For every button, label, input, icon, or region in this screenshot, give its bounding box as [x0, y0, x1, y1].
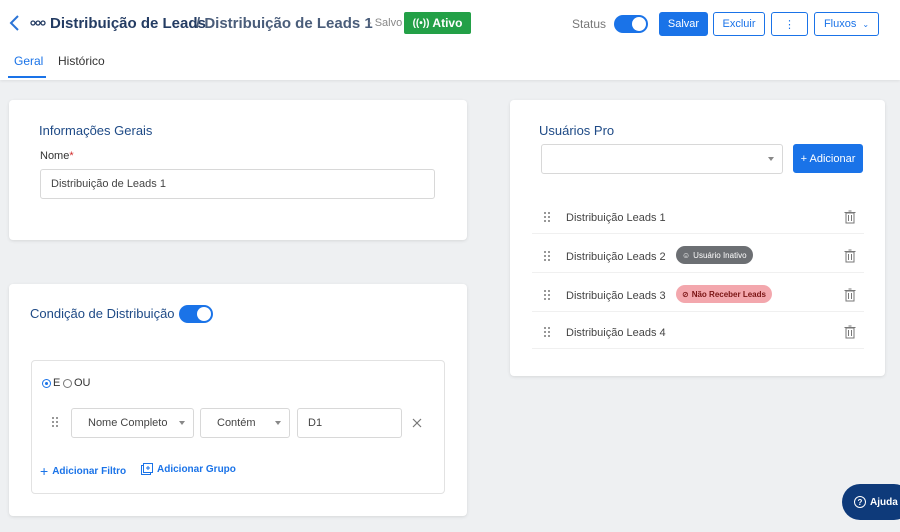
name-input[interactable]: Distribuição de Leads 1 — [40, 169, 435, 199]
block-icon: ⊘ — [682, 289, 689, 299]
help-button[interactable]: ? Ajuda — [842, 484, 900, 520]
filter-value-text: D1 — [308, 417, 323, 429]
caret-down-icon — [275, 421, 281, 425]
inactive-user-badge-label: Usuário Inativo — [693, 250, 747, 260]
add-group-icon — [141, 463, 153, 475]
pro-user-row: Distribuição Leads 4 — [532, 317, 864, 349]
caret-down-icon — [768, 157, 774, 161]
more-vertical-icon: ⋮ — [784, 18, 795, 31]
trash-icon[interactable] — [844, 210, 856, 224]
add-filter-button[interactable]: + Adicionar Filtro — [40, 463, 126, 479]
drag-handle-icon[interactable] — [544, 251, 552, 263]
trash-icon[interactable] — [844, 249, 856, 263]
remove-filter-icon[interactable] — [412, 418, 422, 428]
pro-user-name: Distribuição Leads 4 — [566, 327, 666, 339]
pro-users-card: Usuários Pro + Adicionar Distribuição Le… — [510, 100, 885, 376]
delete-button[interactable]: Excluir — [713, 12, 765, 36]
pro-user-row: Distribuição Leads 2 ☺ Usuário Inativo — [532, 241, 864, 273]
status-label: Status — [572, 17, 607, 31]
breadcrumb-dots-icon[interactable] — [30, 18, 46, 28]
logic-and-radio[interactable] — [42, 379, 51, 388]
add-pro-user-button[interactable]: + Adicionar — [793, 144, 863, 173]
caret-down-icon — [179, 421, 185, 425]
flows-button[interactable]: Fluxos ⌄ — [814, 12, 879, 36]
pro-user-name: Distribuição Leads 1 — [566, 212, 666, 224]
plus-icon: + — [40, 463, 49, 479]
filter-field-select[interactable]: Nome Completo — [71, 408, 194, 438]
required-mark: * — [69, 150, 74, 162]
chevron-down-icon: ⌄ — [862, 19, 870, 29]
drag-handle-icon[interactable] — [52, 417, 60, 429]
distribution-condition-card: Condição de Distribuição E OU Nome Compl… — [9, 284, 467, 516]
tab-historico[interactable]: Histórico — [58, 54, 105, 80]
page-subtitle: / Distribuição de Leads 1 — [196, 15, 373, 32]
page-title[interactable]: Distribuição de Leads — [50, 15, 206, 32]
status-toggle[interactable] — [614, 15, 648, 33]
pro-user-name: Distribuição Leads 3 — [566, 290, 666, 302]
broadcast-icon: ((•)) — [412, 17, 430, 29]
logic-or-label: OU — [74, 377, 91, 389]
inactive-user-badge: ☺ Usuário Inativo — [676, 246, 753, 264]
filter-group-box: E OU Nome Completo Contém D1 + Adicionar… — [31, 360, 445, 494]
logic-or-radio[interactable] — [63, 379, 72, 388]
status-badge-label: Ativo — [432, 16, 463, 30]
help-button-label: Ajuda — [870, 496, 898, 508]
pro-users-title: Usuários Pro — [539, 123, 615, 138]
trash-icon[interactable] — [844, 288, 856, 302]
name-field-label: Nome* — [40, 150, 74, 162]
pro-user-row: Distribuição Leads 3 ⊘ Não Receber Leads — [532, 280, 864, 312]
trash-icon[interactable] — [844, 325, 856, 339]
distribution-condition-toggle[interactable] — [179, 305, 213, 323]
save-button[interactable]: Salvar — [659, 12, 708, 36]
add-group-button[interactable]: Adicionar Grupo — [141, 463, 236, 475]
drag-handle-icon[interactable] — [544, 327, 552, 339]
no-leads-badge-label: Não Receber Leads — [691, 289, 766, 299]
pro-user-name: Distribuição Leads 2 — [566, 251, 666, 263]
filter-operator-value: Contém — [217, 417, 256, 429]
name-label-text: Nome — [40, 150, 70, 162]
drag-handle-icon[interactable] — [544, 212, 552, 224]
flows-button-label: Fluxos — [823, 18, 857, 30]
top-bar: Distribuição de Leads / Distribuição de … — [0, 0, 900, 80]
filter-operator-select[interactable]: Contém — [200, 408, 290, 438]
saved-indicator: - Salvo — [368, 17, 403, 29]
user-circle-icon: ☺ — [682, 250, 691, 260]
filter-field-value: Nome Completo — [88, 417, 168, 429]
logic-and-label: E — [53, 377, 61, 389]
distribution-condition-title: Condição de Distribuição — [30, 306, 175, 321]
drag-handle-icon[interactable] — [544, 290, 552, 302]
add-filter-label: Adicionar Filtro — [52, 465, 127, 477]
pro-user-row: Distribuição Leads 1 — [532, 202, 864, 234]
question-icon: ? — [854, 496, 866, 508]
general-info-card: Informações Gerais Nome* Distribuição de… — [9, 100, 467, 240]
status-badge: ((•)) Ativo — [404, 12, 471, 34]
filter-value-input[interactable]: D1 — [297, 408, 402, 438]
general-info-title: Informações Gerais — [39, 123, 153, 138]
add-group-label: Adicionar Grupo — [157, 463, 236, 475]
pro-users-select[interactable] — [541, 144, 783, 174]
active-tab-indicator — [8, 76, 46, 78]
no-leads-badge: ⊘ Não Receber Leads — [676, 285, 772, 303]
back-arrow-icon[interactable] — [8, 13, 22, 33]
more-options-button[interactable]: ⋮ — [771, 12, 808, 36]
name-input-value: Distribuição de Leads 1 — [51, 178, 166, 190]
